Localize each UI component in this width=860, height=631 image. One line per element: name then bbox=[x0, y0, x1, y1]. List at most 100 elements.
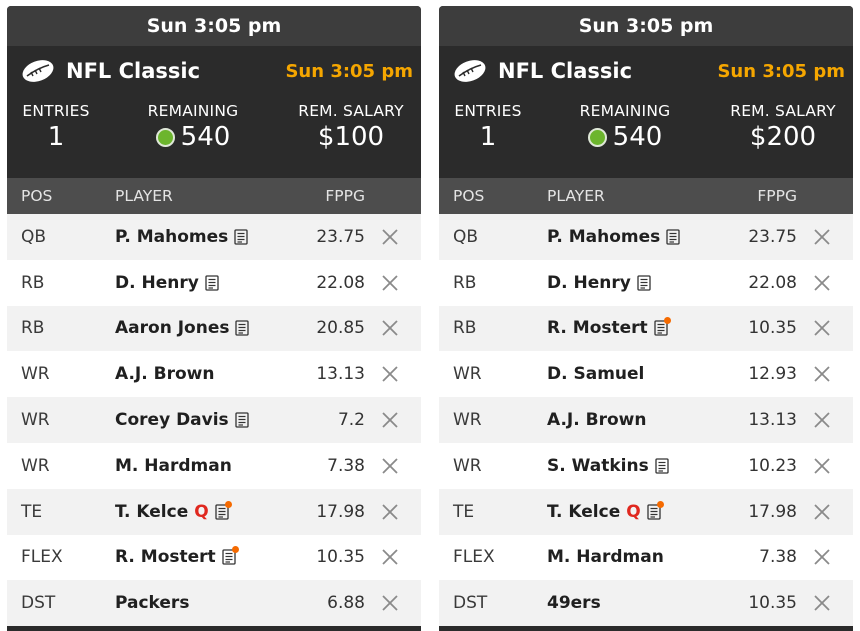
game-time-header: Sun 3:05 pm bbox=[439, 6, 853, 46]
news-icon[interactable] bbox=[235, 320, 250, 337]
player-row[interactable]: TE T. Kelce Q 17.98 bbox=[7, 488, 421, 535]
remove-player-button[interactable] bbox=[381, 457, 399, 475]
news-icon[interactable] bbox=[666, 229, 680, 245]
remove-player-button[interactable] bbox=[381, 319, 399, 337]
remove-player-button[interactable] bbox=[381, 548, 399, 566]
player-name[interactable]: A.J. Brown bbox=[547, 410, 646, 430]
player-cell: D. Henry bbox=[115, 273, 219, 293]
close-icon[interactable] bbox=[813, 365, 831, 383]
news-icon[interactable] bbox=[235, 412, 249, 428]
remove-player-button[interactable] bbox=[813, 457, 831, 475]
player-name[interactable]: Aaron Jones bbox=[115, 318, 229, 338]
player-row[interactable]: WR S. Watkins 10.23 bbox=[439, 442, 853, 489]
player-row[interactable]: WR A.J. Brown 13.13 bbox=[7, 351, 421, 398]
close-icon[interactable] bbox=[813, 594, 831, 612]
player-name[interactable]: M. Hardman bbox=[547, 547, 664, 567]
player-row[interactable]: FLEX M. Hardman 7.38 bbox=[439, 534, 853, 581]
close-icon[interactable] bbox=[813, 274, 831, 292]
player-row[interactable]: RB R. Mostert 10.35 bbox=[439, 305, 853, 352]
news-icon[interactable] bbox=[234, 229, 248, 245]
remove-player-button[interactable] bbox=[813, 594, 831, 612]
player-name[interactable]: D. Samuel bbox=[547, 364, 644, 384]
close-icon[interactable] bbox=[381, 319, 399, 337]
column-header-fppg: FPPG bbox=[757, 187, 797, 205]
player-name[interactable]: D. Henry bbox=[115, 273, 199, 293]
close-icon[interactable] bbox=[381, 411, 399, 429]
player-row[interactable]: DST 49ers 10.35 bbox=[439, 580, 853, 627]
remove-player-button[interactable] bbox=[381, 228, 399, 246]
player-row[interactable]: QB P. Mahomes 23.75 bbox=[439, 214, 853, 260]
news-icon[interactable] bbox=[222, 546, 239, 566]
close-icon[interactable] bbox=[813, 503, 831, 521]
close-icon[interactable] bbox=[381, 365, 399, 383]
player-name[interactable]: T. Kelce bbox=[115, 502, 188, 522]
news-icon[interactable] bbox=[654, 317, 671, 337]
player-row[interactable]: DST Packers 6.88 bbox=[7, 580, 421, 627]
player-row[interactable]: RB D. Henry 22.08 bbox=[7, 259, 421, 306]
remaining-value-wrap: 540 bbox=[587, 122, 662, 152]
remove-player-button[interactable] bbox=[813, 228, 831, 246]
news-icon[interactable] bbox=[655, 458, 669, 474]
player-name[interactable]: Packers bbox=[115, 593, 189, 613]
player-cell: M. Hardman bbox=[115, 456, 232, 476]
player-row[interactable]: RB D. Henry 22.08 bbox=[439, 259, 853, 306]
remove-player-button[interactable] bbox=[813, 319, 831, 337]
player-fppg: 7.38 bbox=[759, 547, 797, 568]
player-name[interactable]: M. Hardman bbox=[115, 456, 232, 476]
remaining-label: REMAINING bbox=[579, 102, 671, 120]
player-name[interactable]: R. Mostert bbox=[115, 547, 216, 567]
player-name[interactable]: T. Kelce bbox=[547, 502, 620, 522]
player-row[interactable]: TE T. Kelce Q 17.98 bbox=[439, 488, 853, 535]
salary-value: $200 bbox=[749, 122, 817, 152]
player-fppg: 22.08 bbox=[316, 272, 365, 293]
remove-player-button[interactable] bbox=[381, 274, 399, 292]
close-icon[interactable] bbox=[381, 228, 399, 246]
news-icon[interactable] bbox=[647, 500, 664, 520]
player-row[interactable]: RB Aaron Jones 20.85 bbox=[7, 305, 421, 352]
player-cell: D. Samuel bbox=[547, 364, 644, 384]
remove-player-button[interactable] bbox=[813, 274, 831, 292]
player-name[interactable]: P. Mahomes bbox=[547, 227, 660, 247]
player-row[interactable]: QB P. Mahomes 23.75 bbox=[7, 214, 421, 260]
entries-value: 1 bbox=[47, 122, 65, 152]
close-icon[interactable] bbox=[813, 411, 831, 429]
remove-player-button[interactable] bbox=[813, 365, 831, 383]
player-name[interactable]: S. Watkins bbox=[547, 456, 649, 476]
close-icon[interactable] bbox=[813, 548, 831, 566]
player-row[interactable]: FLEX R. Mostert 10.35 bbox=[7, 534, 421, 581]
close-icon[interactable] bbox=[813, 319, 831, 337]
column-header-player: PLAYER bbox=[115, 187, 173, 205]
close-icon[interactable] bbox=[813, 228, 831, 246]
close-icon[interactable] bbox=[381, 548, 399, 566]
remove-player-button[interactable] bbox=[381, 411, 399, 429]
close-icon[interactable] bbox=[381, 457, 399, 475]
game-time-header: Sun 3:05 pm bbox=[7, 6, 421, 46]
news-icon[interactable] bbox=[637, 275, 651, 291]
player-name[interactable]: D. Henry bbox=[547, 273, 631, 293]
player-name[interactable]: 49ers bbox=[547, 593, 601, 613]
news-icon[interactable] bbox=[215, 500, 232, 520]
remove-player-button[interactable] bbox=[381, 365, 399, 383]
player-row[interactable]: WR Corey Davis 7.2 bbox=[7, 397, 421, 443]
remove-player-button[interactable] bbox=[381, 503, 399, 521]
close-icon[interactable] bbox=[813, 457, 831, 475]
column-header-pos: POS bbox=[21, 187, 53, 205]
remove-player-button[interactable] bbox=[813, 411, 831, 429]
close-icon[interactable] bbox=[381, 503, 399, 521]
remaining-value: 540 bbox=[180, 122, 231, 152]
player-row[interactable]: WR M. Hardman 7.38 bbox=[7, 442, 421, 489]
remove-player-button[interactable] bbox=[813, 503, 831, 521]
player-name[interactable]: P. Mahomes bbox=[115, 227, 228, 247]
player-name[interactable]: Corey Davis bbox=[115, 410, 229, 430]
remove-player-button[interactable] bbox=[813, 548, 831, 566]
player-name[interactable]: A.J. Brown bbox=[115, 364, 214, 384]
remove-player-button[interactable] bbox=[381, 594, 399, 612]
player-name[interactable]: R. Mostert bbox=[547, 318, 648, 338]
player-row[interactable]: WR A.J. Brown 13.13 bbox=[439, 397, 853, 443]
player-cell: Aaron Jones bbox=[115, 318, 250, 338]
close-icon[interactable] bbox=[381, 594, 399, 612]
entries-label: ENTRIES bbox=[22, 102, 90, 120]
player-row[interactable]: WR D. Samuel 12.93 bbox=[439, 351, 853, 398]
news-icon[interactable] bbox=[205, 275, 219, 291]
close-icon[interactable] bbox=[381, 274, 399, 292]
